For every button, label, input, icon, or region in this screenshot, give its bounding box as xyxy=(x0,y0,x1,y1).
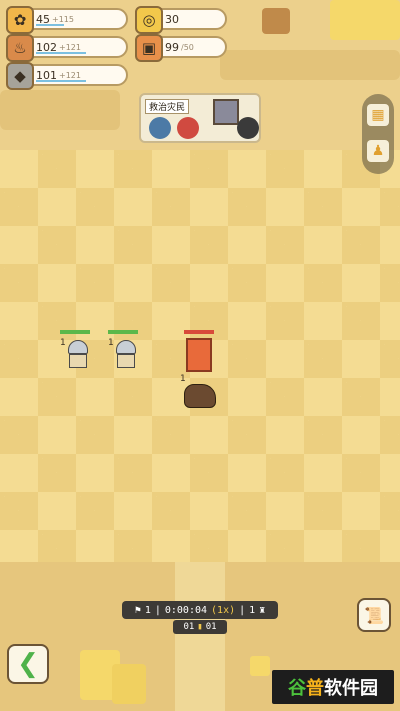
resource-wheat: ✿ 45 +115 xyxy=(6,6,128,34)
side-menu: ▦ ♟ xyxy=(362,94,394,174)
mission-panel[interactable]: 救治灾民 xyxy=(139,93,261,143)
battle-timer: 0:00:04 xyxy=(164,604,208,616)
gift-icon: ▣ xyxy=(135,34,163,62)
wheat-icon: ✿ xyxy=(6,6,34,34)
mission-label: 救治灾民 xyxy=(145,99,190,114)
stone-progress xyxy=(36,80,86,82)
shrine-icon xyxy=(213,99,239,125)
meat-progress xyxy=(36,52,86,54)
enemy-icon: ♜ xyxy=(259,604,266,616)
wave-icon: ▮ xyxy=(197,622,203,632)
unit-level: 1 xyxy=(60,338,66,348)
helmet-icon xyxy=(116,340,136,354)
left-count: 1 xyxy=(144,604,151,616)
hay-bale xyxy=(250,656,270,676)
boar-icon xyxy=(184,384,216,408)
meat-icon: ♨ xyxy=(6,34,34,62)
watermark: 谷 普 软件园 xyxy=(272,670,394,704)
chevron-left-icon: ❮ xyxy=(17,649,39,679)
resource-population: ▣ 99 /50 xyxy=(135,34,227,62)
population-max: /50 xyxy=(181,42,194,52)
tree-stump xyxy=(262,8,290,34)
hay-bales xyxy=(330,0,400,40)
separator: | xyxy=(154,604,161,616)
unit-level: 1 xyxy=(108,338,114,348)
boar-unit[interactable]: 1 xyxy=(180,374,216,414)
right-count: 1 xyxy=(249,604,256,616)
scroll-icon[interactable]: 📜 xyxy=(357,598,391,632)
dirt-path xyxy=(175,562,225,711)
sand-dune xyxy=(220,50,400,80)
wave-current: 01 xyxy=(183,622,195,632)
villager-figure xyxy=(237,117,259,139)
units-icon: ⚑ xyxy=(134,604,141,616)
watermark-text: 软件园 xyxy=(324,678,378,699)
wheat-rate: +115 xyxy=(52,14,74,24)
speed-toggle[interactable]: (1x) xyxy=(211,605,235,616)
unit-level: 1 xyxy=(180,374,186,384)
stone-icon: ◆ xyxy=(6,62,34,90)
knight-unit[interactable]: 1 xyxy=(108,330,142,370)
resource-meat: ♨ 102 +121 xyxy=(6,34,128,62)
knight-unit[interactable]: 1 xyxy=(60,330,94,370)
hp-bar xyxy=(108,330,138,334)
flag-icon xyxy=(186,338,212,372)
separator: | xyxy=(239,604,246,616)
knight-body xyxy=(69,354,87,368)
wheat-progress xyxy=(36,24,64,26)
helmet-icon xyxy=(68,340,88,354)
resource-stone: ◆ 101 +121 xyxy=(6,62,128,90)
sand-dune xyxy=(0,90,120,130)
watermark-char: 谷 xyxy=(288,678,306,699)
heroes-icon[interactable]: ♟ xyxy=(367,140,389,162)
enemy-hp-bar xyxy=(184,330,214,334)
coin-value: 30 xyxy=(165,12,179,26)
knight-body xyxy=(117,354,135,368)
population-value: 99 xyxy=(165,40,179,54)
villager-figure xyxy=(149,117,171,139)
coin-icon: ◎ xyxy=(135,6,163,34)
back-button[interactable]: ❮ xyxy=(7,644,49,684)
stone-rate: +121 xyxy=(59,70,81,80)
hay-bale xyxy=(112,664,146,704)
meat-rate: +121 xyxy=(59,42,81,52)
hp-bar xyxy=(60,330,90,334)
villager-figure xyxy=(177,117,199,139)
grid-menu-icon[interactable]: ▦ xyxy=(367,104,389,126)
resource-coin: ◎ 30 xyxy=(135,6,227,34)
watermark-char: 普 xyxy=(306,678,324,699)
wave-indicator: 01 ▮ 01 xyxy=(173,620,227,634)
battle-status-bar: ⚑ 1 | 0:00:04 (1x) | 1 ♜ xyxy=(122,601,278,619)
wave-total: 01 xyxy=(205,622,217,632)
